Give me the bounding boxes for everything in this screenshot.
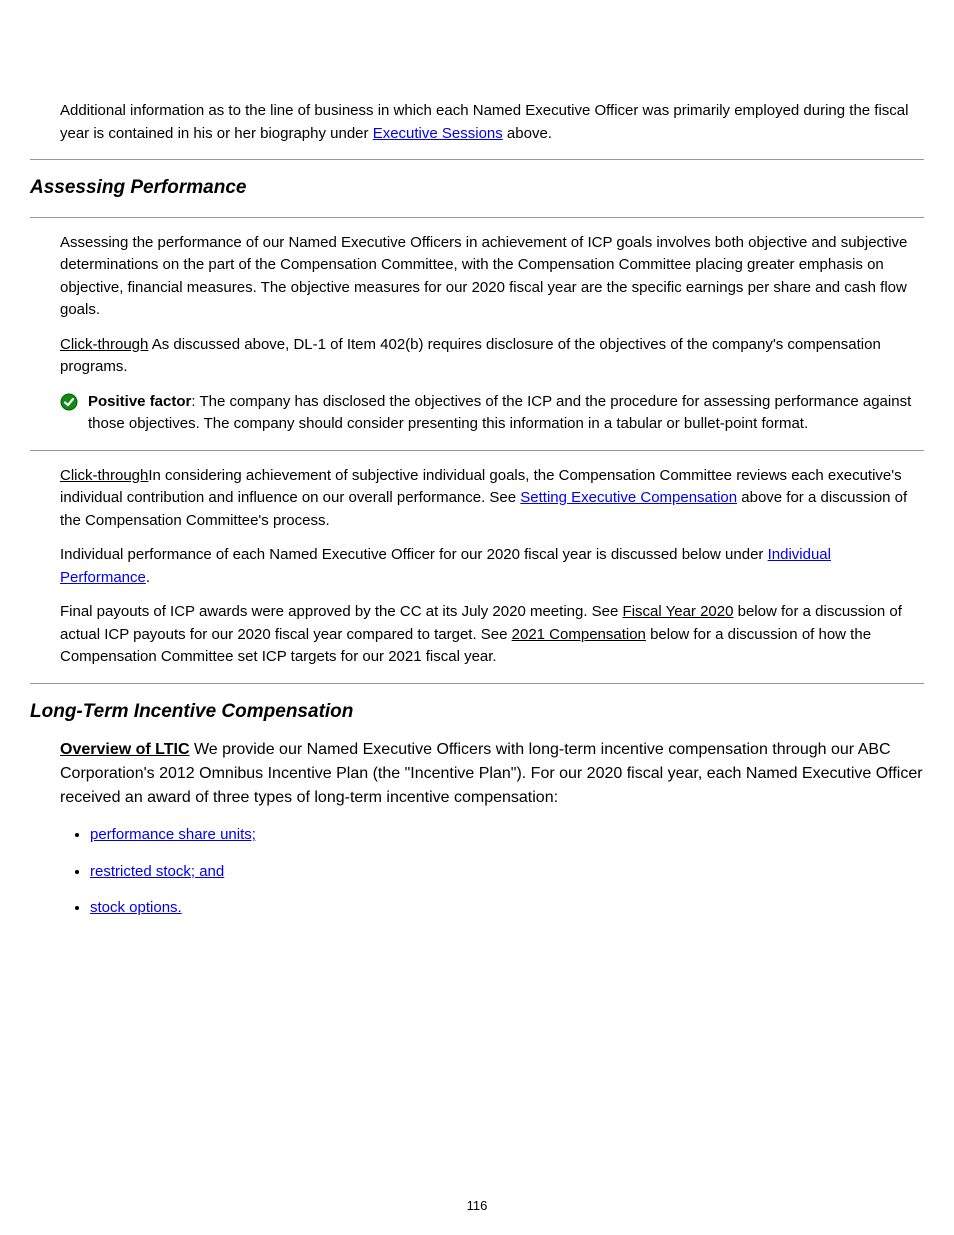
checkmark-icon bbox=[60, 393, 78, 419]
dl2-p2b: . bbox=[146, 569, 150, 586]
restricted-stock-link[interactable]: restricted stock; and bbox=[90, 863, 224, 880]
intro-text-b: above. bbox=[503, 125, 552, 142]
positive-factor-text-wrap: Positive factor: The company has disclos… bbox=[88, 391, 924, 436]
clickthrough-label: Click-through bbox=[60, 336, 148, 353]
dl2-p3a: Final payouts of ICP awards were approve… bbox=[60, 603, 623, 620]
overview-row: Overview of LTIC We provide our Named Ex… bbox=[60, 738, 924, 810]
stock-options-link[interactable]: stock options. bbox=[90, 899, 182, 916]
fy2020-uline: Fiscal Year 2020 bbox=[623, 603, 734, 620]
page-number: 116 bbox=[0, 1196, 954, 1216]
dl2-p2a: Individual performance of each Named Exe… bbox=[60, 546, 768, 563]
dl1-clickthrough: Click-through As discussed above, DL-1 o… bbox=[30, 334, 924, 379]
divider bbox=[30, 450, 924, 451]
psu-link[interactable]: performance share units; bbox=[90, 826, 256, 843]
divider bbox=[30, 159, 924, 160]
list-item: restricted stock; and bbox=[90, 861, 924, 884]
overview-label: Overview of LTIC bbox=[60, 741, 190, 758]
positive-factor-label: Positive factor bbox=[88, 393, 191, 410]
clickthrough-label-2: Click-through bbox=[60, 467, 148, 484]
executive-sessions-link[interactable]: Executive Sessions bbox=[373, 125, 503, 142]
divider bbox=[30, 217, 924, 218]
overview-text: We provide our Named Executive Officers … bbox=[60, 741, 923, 806]
clickthrough-text: As discussed above, DL-1 of Item 402(b) … bbox=[60, 336, 881, 376]
positive-factor-text: : The company has disclosed the objectiv… bbox=[88, 393, 911, 433]
setting-exec-comp-link[interactable]: Setting Executive Compensation bbox=[520, 489, 737, 506]
ltic-bullet-list: performance share units; restricted stoc… bbox=[30, 824, 924, 920]
ltic-heading: Long-Term Incentive Compensation bbox=[30, 698, 924, 727]
page: Additional information as to the line of… bbox=[0, 0, 954, 1235]
comp2021-uline: 2021 Compensation bbox=[512, 626, 646, 643]
positive-factor-row: Positive factor: The company has disclos… bbox=[30, 391, 924, 436]
dl2-p2: Individual performance of each Named Exe… bbox=[30, 544, 924, 589]
intro-paragraph: Additional information as to the line of… bbox=[30, 100, 924, 145]
assessing-performance-heading: Assessing Performance bbox=[30, 174, 924, 203]
dl1-paragraph: Assessing the performance of our Named E… bbox=[30, 232, 924, 322]
dl2-p3: Final payouts of ICP awards were approve… bbox=[30, 601, 924, 669]
dl2-p1: Click-throughIn considering achievement … bbox=[30, 465, 924, 533]
list-item: performance share units; bbox=[90, 824, 924, 847]
divider bbox=[30, 683, 924, 684]
list-item: stock options. bbox=[90, 897, 924, 920]
